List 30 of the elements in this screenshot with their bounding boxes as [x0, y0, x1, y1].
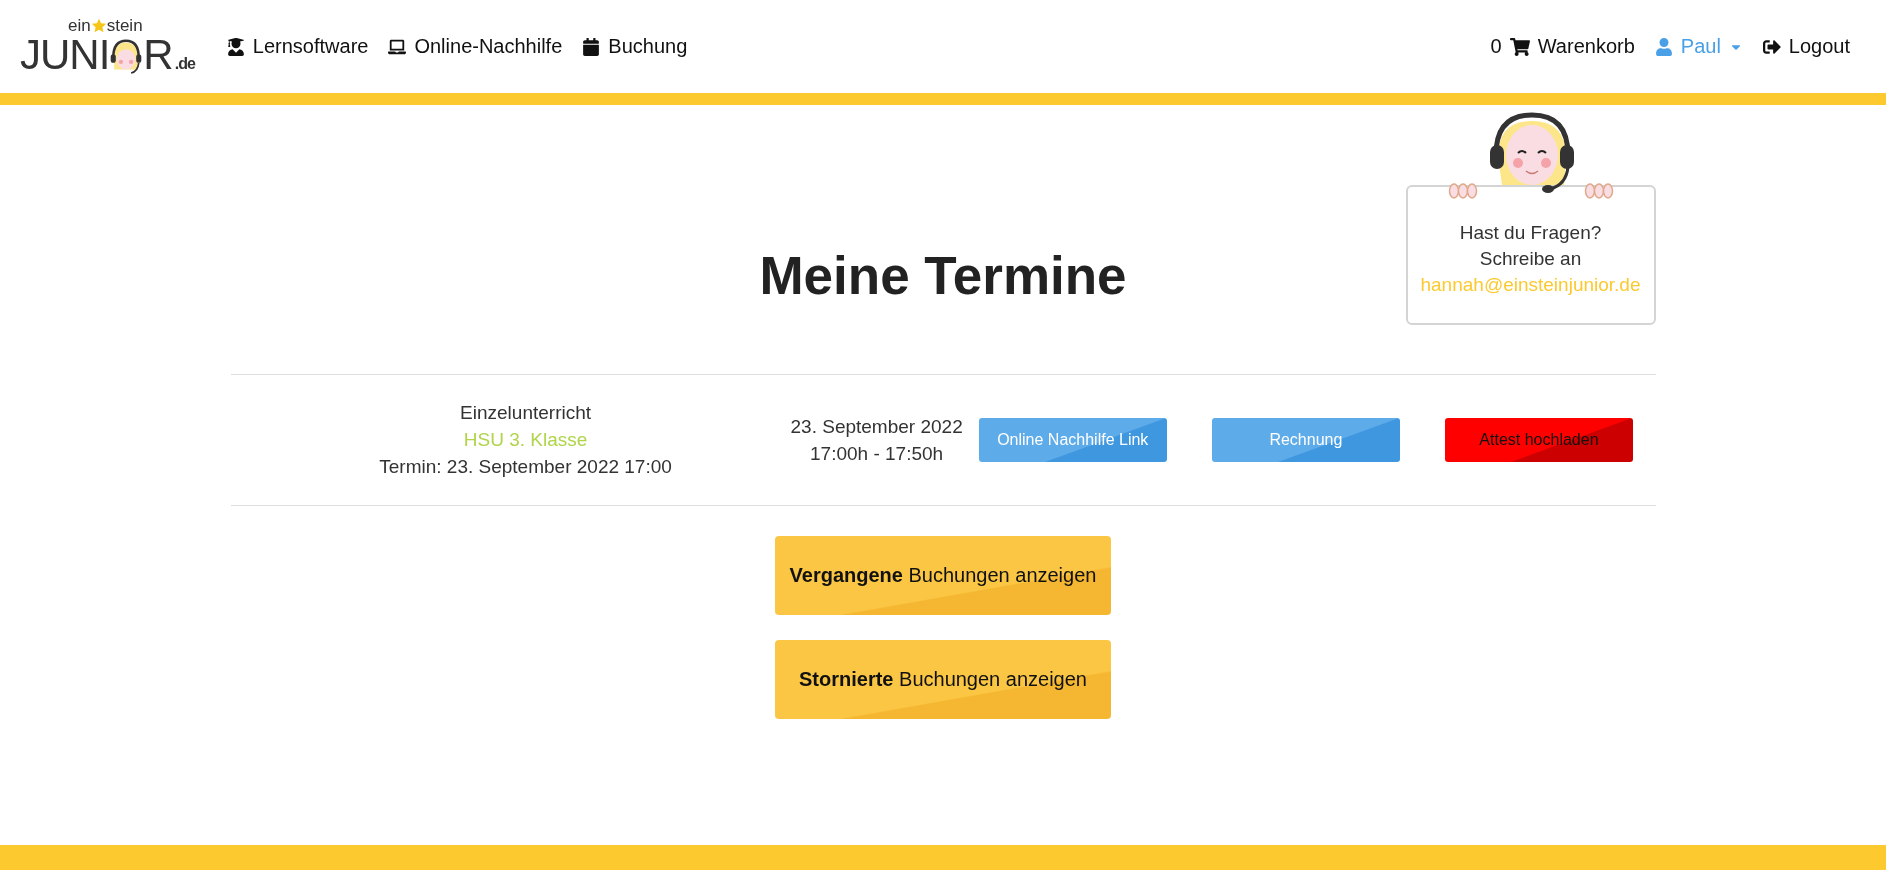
subject-text: HSU 3. Klasse: [463, 429, 588, 451]
logout-icon: [1762, 37, 1781, 56]
date-text: 23. September 2022: [790, 415, 963, 438]
calendar-icon: [582, 37, 601, 56]
appointment-text: Termin: 23. September 2022 17:00: [379, 456, 672, 478]
help-text: Hast du Fragen?: [1459, 222, 1602, 244]
help-text: Schreibe an: [1479, 248, 1582, 270]
show-bookings-button[interactable]: Vergangene Buchungen anzeigen: [775, 536, 1111, 615]
logo-text: ein: [68, 17, 91, 34]
logout-link[interactable]: Logout: [1762, 35, 1850, 58]
page-title: Meine Termine: [759, 245, 1127, 307]
action-button[interactable]: Attest hochladen: [1444, 418, 1633, 462]
logo[interactable]: ein stein JUNI R.de: [20, 17, 195, 76]
logo-text: JUNI: [20, 34, 110, 76]
user-icon: [1654, 37, 1673, 56]
laptop-icon: [388, 37, 407, 56]
star-icon: [90, 17, 107, 34]
nav-link[interactable]: Buchung: [582, 35, 688, 58]
logo-suffix: .de: [174, 56, 195, 72]
nav-link[interactable]: Lernsoftware: [226, 35, 369, 58]
time-text: 17:00h - 17:50h: [810, 442, 944, 465]
cart-icon: [1509, 36, 1530, 57]
nav-link[interactable]: Online-Nachhilfe: [388, 35, 563, 58]
logo-text: stein: [106, 17, 143, 34]
cart-link[interactable]: 0 Warenkorb: [1490, 35, 1635, 58]
graduate-icon: [226, 37, 245, 56]
lesson-type: Einzelunterricht: [460, 402, 592, 424]
girl-face-icon: [109, 38, 144, 76]
show-bookings-button[interactable]: Stornierte Buchungen anzeigen: [775, 640, 1111, 719]
logo-text: R: [143, 34, 173, 76]
